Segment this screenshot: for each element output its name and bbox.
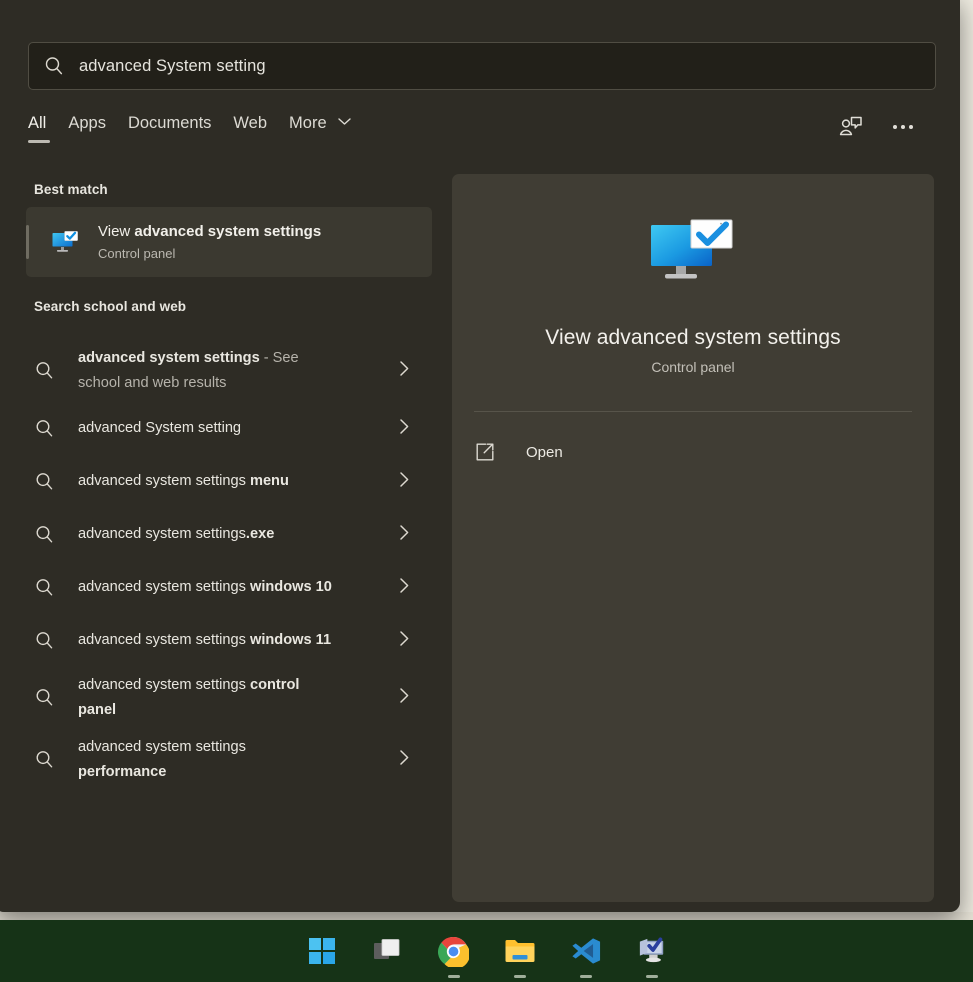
more-options-icon[interactable]	[888, 112, 918, 142]
search-icon	[34, 524, 56, 546]
result-text-bold: windows 10	[250, 579, 332, 595]
result-text-bold: menu	[250, 473, 289, 489]
file-explorer-icon[interactable]	[498, 929, 542, 973]
chrome-icon[interactable]	[432, 929, 476, 973]
taskbar-active-indicator	[514, 975, 526, 978]
vscode-icon[interactable]	[564, 929, 608, 973]
ellipsis-glyph	[893, 125, 913, 129]
taskbar-active-indicator	[448, 975, 460, 978]
best-match-title-prefix: View	[98, 223, 134, 240]
chevron-right-icon[interactable]	[399, 749, 410, 771]
best-match-text: View advanced system settings Control pa…	[98, 223, 321, 261]
result-text-normal: advanced system settings	[78, 632, 250, 648]
system-properties-taskbar-icon[interactable]	[630, 929, 674, 973]
result-text-normal: advanced system settings	[78, 739, 246, 755]
search-icon	[34, 630, 56, 652]
result-text-bold: windows 11	[250, 632, 331, 648]
preview-subtitle: Control panel	[452, 359, 934, 375]
result-text-bold: advanced system settings	[78, 350, 260, 366]
search-icon	[34, 577, 56, 599]
search-icon	[34, 471, 56, 493]
search-result-row[interactable]: advanced system settings - See school an…	[0, 340, 446, 402]
search-result-row[interactable]: advanced system settings performance	[0, 729, 446, 791]
system-properties-icon	[647, 216, 739, 296]
search-icon	[43, 55, 65, 77]
best-match-title: View advanced system settings	[98, 223, 321, 241]
search-result-row[interactable]: advanced system settings windows 10	[0, 561, 446, 614]
tab-documents-label: Documents	[128, 114, 211, 132]
search-result-row[interactable]: advanced System setting	[0, 402, 446, 455]
chevron-right-icon[interactable]	[399, 471, 410, 493]
search-result-row[interactable]: advanced system settings.exe	[0, 508, 446, 561]
chevron-right-icon[interactable]	[399, 524, 410, 546]
system-properties-icon	[50, 227, 80, 257]
best-match-header: Best match	[0, 174, 446, 207]
tab-apps[interactable]: Apps	[68, 112, 128, 145]
search-icon	[34, 687, 56, 709]
results-column: Best match Vie	[0, 174, 446, 912]
tab-all[interactable]: All	[28, 112, 68, 145]
tab-all-label: All	[28, 114, 46, 132]
search-result-row[interactable]: advanced system settings windows 11	[0, 614, 446, 667]
result-text-normal: advanced system settings	[78, 526, 246, 542]
result-text-bold: performance	[78, 764, 166, 780]
result-text-bold: .exe	[246, 526, 274, 542]
tab-web-label: Web	[233, 114, 267, 132]
taskbar	[0, 920, 973, 982]
search-result-label: advanced system settings menu	[78, 469, 289, 494]
search-result-row[interactable]: advanced system settings menu	[0, 455, 446, 508]
tab-more-label: More	[289, 114, 327, 132]
chevron-right-icon[interactable]	[399, 360, 410, 382]
filter-tabs: All Apps Documents Web More	[28, 112, 373, 145]
chevron-right-icon[interactable]	[399, 630, 410, 652]
tab-apps-label: Apps	[68, 114, 106, 132]
search-result-label: advanced system settings control panel	[78, 673, 336, 723]
tab-web[interactable]: Web	[233, 112, 289, 145]
search-icon	[34, 360, 56, 382]
search-flyout-panel: advanced System setting All Apps Documen…	[0, 0, 960, 912]
search-result-label: advanced system settings - See school an…	[78, 346, 336, 396]
chevron-down-icon	[338, 112, 351, 131]
tab-more[interactable]: More	[289, 112, 373, 145]
search-result-label: advanced System setting	[78, 416, 241, 441]
result-text-normal: advanced system settings	[78, 473, 250, 489]
chevron-right-icon[interactable]	[399, 687, 410, 709]
start-button-icon[interactable]	[300, 929, 344, 973]
best-match-title-bold: advanced system settings	[134, 223, 321, 240]
taskbar-active-indicator	[580, 975, 592, 978]
open-external-icon	[474, 441, 496, 463]
result-text-normal: advanced system settings	[78, 579, 250, 595]
search-input[interactable]: advanced System setting	[28, 42, 936, 90]
web-results-list: advanced system settings - See school an…	[0, 340, 446, 791]
panel-actions	[836, 112, 918, 142]
search-result-label: advanced system settings performance	[78, 735, 336, 785]
task-view-icon[interactable]	[366, 929, 410, 973]
search-result-row[interactable]: advanced system settings control panel	[0, 667, 446, 729]
search-input-value: advanced System setting	[79, 57, 266, 76]
web-section-header: Search school and web	[0, 277, 446, 324]
tab-documents[interactable]: Documents	[128, 112, 233, 145]
open-button[interactable]: Open	[474, 432, 934, 472]
best-match-subtitle: Control panel	[98, 246, 321, 261]
result-text-normal: advanced System setting	[78, 420, 241, 436]
preview-title: View advanced system settings	[452, 326, 934, 350]
search-icon	[34, 749, 56, 771]
result-text-normal: advanced system settings	[78, 677, 250, 693]
taskbar-active-indicator	[646, 975, 658, 978]
search-result-label: advanced system settings windows 11	[78, 628, 331, 653]
preview-divider	[474, 411, 912, 412]
search-result-label: advanced system settings.exe	[78, 522, 274, 547]
best-match-result[interactable]: View advanced system settings Control pa…	[26, 207, 432, 277]
chevron-right-icon[interactable]	[399, 577, 410, 599]
preview-card: View advanced system settings Control pa…	[452, 174, 934, 902]
search-result-label: advanced system settings windows 10	[78, 575, 332, 600]
open-label: Open	[526, 444, 563, 461]
feedback-icon[interactable]	[836, 112, 866, 142]
search-icon	[34, 418, 56, 440]
chevron-right-icon[interactable]	[399, 418, 410, 440]
